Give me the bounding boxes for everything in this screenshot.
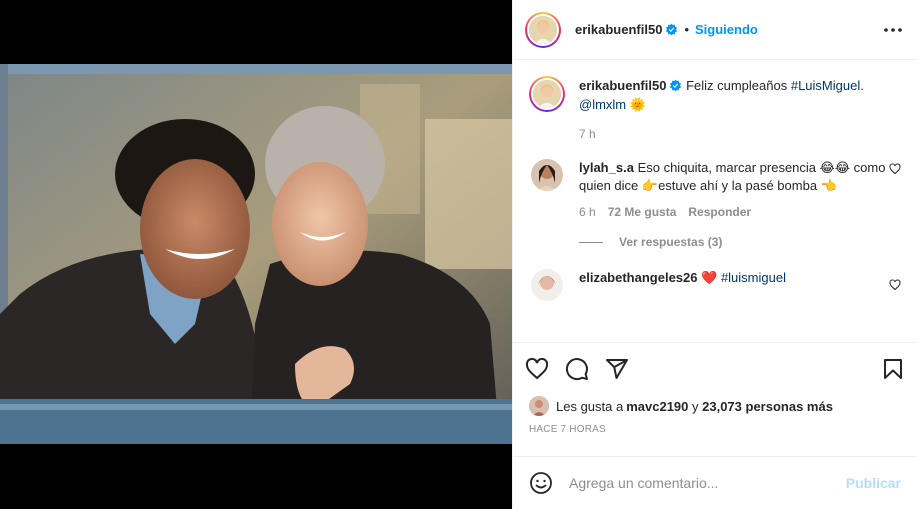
caption-body: Feliz cumpleaños <box>686 78 791 93</box>
comment-like-icon[interactable] <box>889 163 901 175</box>
more-icon <box>884 27 902 32</box>
caption-emoji: 🌞 <box>629 97 646 112</box>
verified-icon <box>666 23 678 36</box>
comment-item: lylah_s.a Eso chiquita, marcar presencia… <box>529 159 901 195</box>
author-username[interactable]: erikabuenfil50 <box>575 22 662 37</box>
caption-username[interactable]: erikabuenfil50 <box>579 78 666 93</box>
caption-text: erikabuenfil50 Feliz cumpleaños #LuisMig… <box>565 76 901 114</box>
post-header: erikabuenfil50 • Siguiendo <box>513 0 917 60</box>
caption-time[interactable]: 7 h <box>529 127 901 141</box>
comment-username[interactable]: elizabethangeles26 <box>579 270 698 285</box>
comment-time[interactable]: 6 h <box>579 205 596 219</box>
author-avatar[interactable] <box>525 11 561 48</box>
add-comment-bar: Publicar <box>513 456 917 509</box>
comment-icon[interactable] <box>565 357 589 381</box>
view-replies-button[interactable]: Ver respuestas (3) <box>529 235 901 249</box>
comment-input[interactable] <box>569 475 846 491</box>
following-button[interactable]: Siguiendo <box>695 22 758 37</box>
comment-body: lylah_s.a Eso chiquita, marcar presencia… <box>563 159 889 195</box>
likes-middle: y <box>688 398 703 414</box>
emoji-icon[interactable] <box>529 471 553 495</box>
comment-meta: 6 h 72 Me gusta Responder <box>529 205 901 219</box>
comment-like-icon[interactable] <box>889 279 901 291</box>
save-icon[interactable] <box>881 357 905 381</box>
comments-list[interactable]: erikabuenfil50 Feliz cumpleaños #LuisMig… <box>513 60 917 341</box>
liker-avatar[interactable] <box>529 396 549 416</box>
hashtag-link[interactable]: #LuisMiguel. <box>791 78 864 93</box>
mention-link[interactable]: @lmxlm <box>579 97 626 112</box>
post-sidebar: erikabuenfil50 • Siguiendo erikabuenfil5… <box>512 0 917 509</box>
comment-avatar[interactable] <box>531 269 563 301</box>
share-icon[interactable] <box>605 357 629 381</box>
separator-dot: • <box>684 22 689 37</box>
post-media[interactable] <box>0 0 512 509</box>
post-timestamp[interactable]: HACE 7 HORAS <box>513 417 917 435</box>
heart-icon[interactable] <box>525 357 549 381</box>
hashtag-link[interactable]: #luismiguel <box>721 270 786 285</box>
instagram-post: erikabuenfil50 • Siguiendo erikabuenfil5… <box>0 0 917 509</box>
more-options-button[interactable] <box>881 18 905 42</box>
likes-count[interactable]: 23,073 personas más <box>702 399 833 414</box>
post-actions: Les gusta a mavc2190 y 23,073 personas m… <box>513 342 917 435</box>
action-icons <box>513 343 917 395</box>
replies-line <box>579 241 603 243</box>
reply-button[interactable]: Responder <box>688 205 751 219</box>
liker-username[interactable]: mavc2190 <box>626 399 688 414</box>
publish-button[interactable]: Publicar <box>846 475 901 491</box>
verified-icon <box>670 79 682 92</box>
likes-prefix: Les gusta a <box>556 398 624 414</box>
comment-emoji: ❤️ <box>701 270 718 285</box>
comment-item: elizabethangeles26 ❤️ #luismiguel <box>529 269 901 301</box>
caption-avatar[interactable] <box>529 76 565 112</box>
comment-avatar[interactable] <box>531 159 563 191</box>
comment-likes[interactable]: 72 Me gusta <box>608 205 677 219</box>
likes-summary: Les gusta a mavc2190 y 23,073 personas m… <box>513 395 917 417</box>
comment-body: elizabethangeles26 ❤️ #luismiguel <box>563 269 889 287</box>
post-photo <box>0 64 512 444</box>
comment-username[interactable]: lylah_s.a <box>579 160 634 175</box>
view-replies-label: Ver respuestas (3) <box>619 235 723 249</box>
caption: erikabuenfil50 Feliz cumpleaños #LuisMig… <box>529 76 901 114</box>
